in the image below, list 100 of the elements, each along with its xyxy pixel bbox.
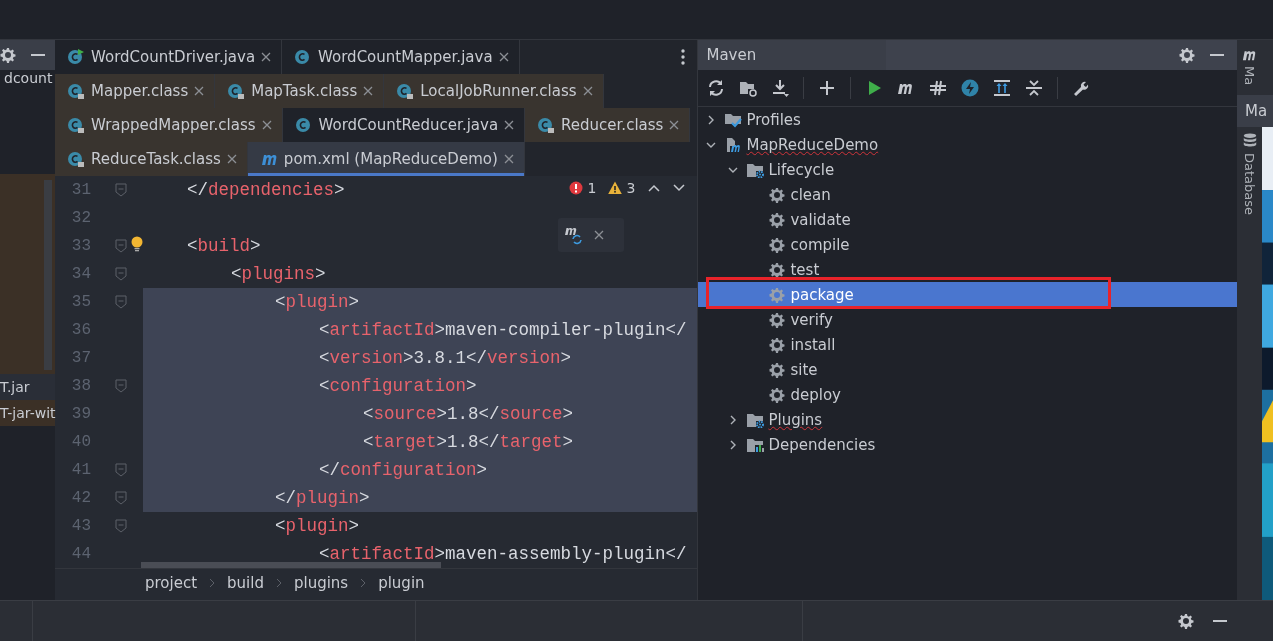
- tree-item[interactable]: Dependencies: [768, 435, 876, 454]
- close-icon[interactable]: [261, 120, 272, 130]
- editor-tab[interactable]: WrappedMapper.class: [55, 108, 283, 142]
- chevron-right-icon: [275, 578, 282, 588]
- skip-tests-icon[interactable]: [929, 79, 948, 97]
- gear-icon: [768, 336, 787, 353]
- locked-class-icon: [396, 82, 415, 100]
- code-line: <plugin>: [275, 516, 360, 536]
- close-icon[interactable]: [582, 86, 593, 96]
- selected-tree-row[interactable]: package: [698, 282, 1237, 307]
- line-number: 37: [70, 349, 92, 367]
- close-icon[interactable]: [503, 154, 514, 164]
- locked-class-icon: [227, 82, 246, 100]
- collapse-all-icon[interactable]: [1025, 79, 1044, 97]
- code-line: <build>: [187, 236, 261, 256]
- tree-item[interactable]: validate: [790, 210, 851, 229]
- project-item[interactable]: dcount: [4, 70, 55, 86]
- editor-tab[interactable]: Reducer.class: [525, 108, 691, 142]
- line-number: 36: [70, 321, 92, 339]
- database-icon[interactable]: [1241, 133, 1258, 149]
- settings-icon[interactable]: [1178, 613, 1194, 629]
- close-icon[interactable]: [504, 120, 515, 130]
- code-line: </dependencies>: [187, 180, 345, 200]
- editor-tab[interactable]: LocalJobRunner.class: [384, 74, 604, 108]
- line-number: 44: [70, 545, 92, 563]
- chevron-down-icon[interactable]: [673, 184, 686, 192]
- lightbulb-icon[interactable]: [131, 235, 143, 252]
- tree-item[interactable]: test: [790, 260, 820, 279]
- error-count: 1: [587, 180, 597, 196]
- editor-tab[interactable]: ReduceTask.class: [55, 142, 248, 176]
- line-number: 43: [70, 517, 92, 535]
- tool-window-tab[interactable]: Ma: [1242, 66, 1257, 86]
- breadcrumb[interactable]: plugins: [293, 574, 349, 592]
- gear-icon: [768, 261, 787, 278]
- folder-gear-icon: [746, 161, 765, 178]
- folder-chart-icon: [746, 436, 765, 453]
- tree-item[interactable]: MapReduceDemo: [746, 135, 879, 154]
- tool-window-tab[interactable]: Ma: [1237, 95, 1273, 127]
- close-icon[interactable]: [594, 230, 604, 240]
- line-number: 35: [70, 293, 92, 311]
- code-line: <target>1.8</target>: [363, 432, 574, 452]
- tree-item[interactable]: Profiles: [746, 110, 801, 129]
- close-icon[interactable]: [669, 120, 680, 130]
- more-icon[interactable]: [681, 49, 686, 65]
- file-item[interactable]: T.jar: [0, 374, 55, 400]
- tree-item[interactable]: verify: [790, 310, 833, 329]
- line-number: 41: [70, 461, 92, 479]
- gear-icon: [768, 311, 787, 328]
- line-number: 31: [70, 181, 92, 199]
- code-line: <plugin>: [275, 292, 360, 312]
- tool-window-tab[interactable]: Database: [1242, 153, 1257, 216]
- editor-tab[interactable]: pom.xml (MapReduceDemo): [247, 142, 525, 176]
- tree-item[interactable]: Plugins: [768, 410, 823, 429]
- class-icon: [294, 116, 313, 134]
- settings-icon[interactable]: [1179, 47, 1195, 63]
- chevron-up-icon[interactable]: [648, 184, 661, 192]
- refresh-icon[interactable]: [707, 79, 726, 97]
- close-icon[interactable]: [194, 86, 205, 96]
- error-icon[interactable]: [568, 181, 583, 195]
- gear-icon: [768, 361, 787, 378]
- locked-class-icon: [67, 150, 85, 168]
- download-icon[interactable]: [771, 79, 790, 97]
- expand-all-icon[interactable]: [993, 79, 1012, 97]
- wrench-icon[interactable]: [1072, 79, 1091, 97]
- line-number: 32: [70, 209, 92, 227]
- tree-item[interactable]: site: [790, 360, 818, 379]
- editor-tab[interactable]: MapTask.class: [215, 74, 385, 108]
- scrollbar[interactable]: [44, 180, 52, 370]
- maven-reload-icon[interactable]: [564, 225, 584, 245]
- code-line: <configuration>: [319, 376, 477, 396]
- folder-check-icon: [724, 111, 743, 128]
- folder-refresh-icon[interactable]: [739, 79, 758, 97]
- add-icon[interactable]: [818, 79, 837, 97]
- file-item[interactable]: T-jar-wit: [0, 400, 55, 426]
- tree-item[interactable]: clean: [790, 185, 831, 204]
- tree-item[interactable]: Lifecycle: [768, 160, 835, 179]
- warning-icon[interactable]: [607, 181, 622, 195]
- folder-gear-icon: [746, 411, 765, 428]
- code-line: <plugins>: [231, 264, 326, 284]
- editor-tab[interactable]: Mapper.class: [55, 74, 216, 108]
- lightning-icon[interactable]: [961, 79, 980, 97]
- gear-icon: [768, 286, 787, 303]
- gear-icon: [768, 236, 787, 253]
- tree-item[interactable]: deploy: [790, 385, 841, 404]
- locked-class-icon: [67, 82, 85, 100]
- breadcrumb[interactable]: build: [227, 574, 264, 592]
- breadcrumb[interactable]: project: [145, 574, 198, 592]
- breadcrumb[interactable]: plugin: [378, 574, 425, 592]
- panel-title: Maven: [706, 46, 758, 64]
- close-icon[interactable]: [498, 52, 509, 62]
- line-number: 34: [70, 265, 92, 283]
- gear-icon: [768, 186, 787, 203]
- code-line: <artifactId>maven-compiler-plugin</: [319, 320, 687, 340]
- close-icon[interactable]: [363, 86, 374, 96]
- tree-item[interactable]: compile: [790, 235, 850, 254]
- tree-item[interactable]: install: [790, 335, 836, 354]
- settings-icon[interactable]: [0, 47, 16, 63]
- code-line: <version>3.8.1</version>: [319, 348, 572, 368]
- close-icon[interactable]: [261, 52, 272, 62]
- close-icon[interactable]: [226, 154, 237, 164]
